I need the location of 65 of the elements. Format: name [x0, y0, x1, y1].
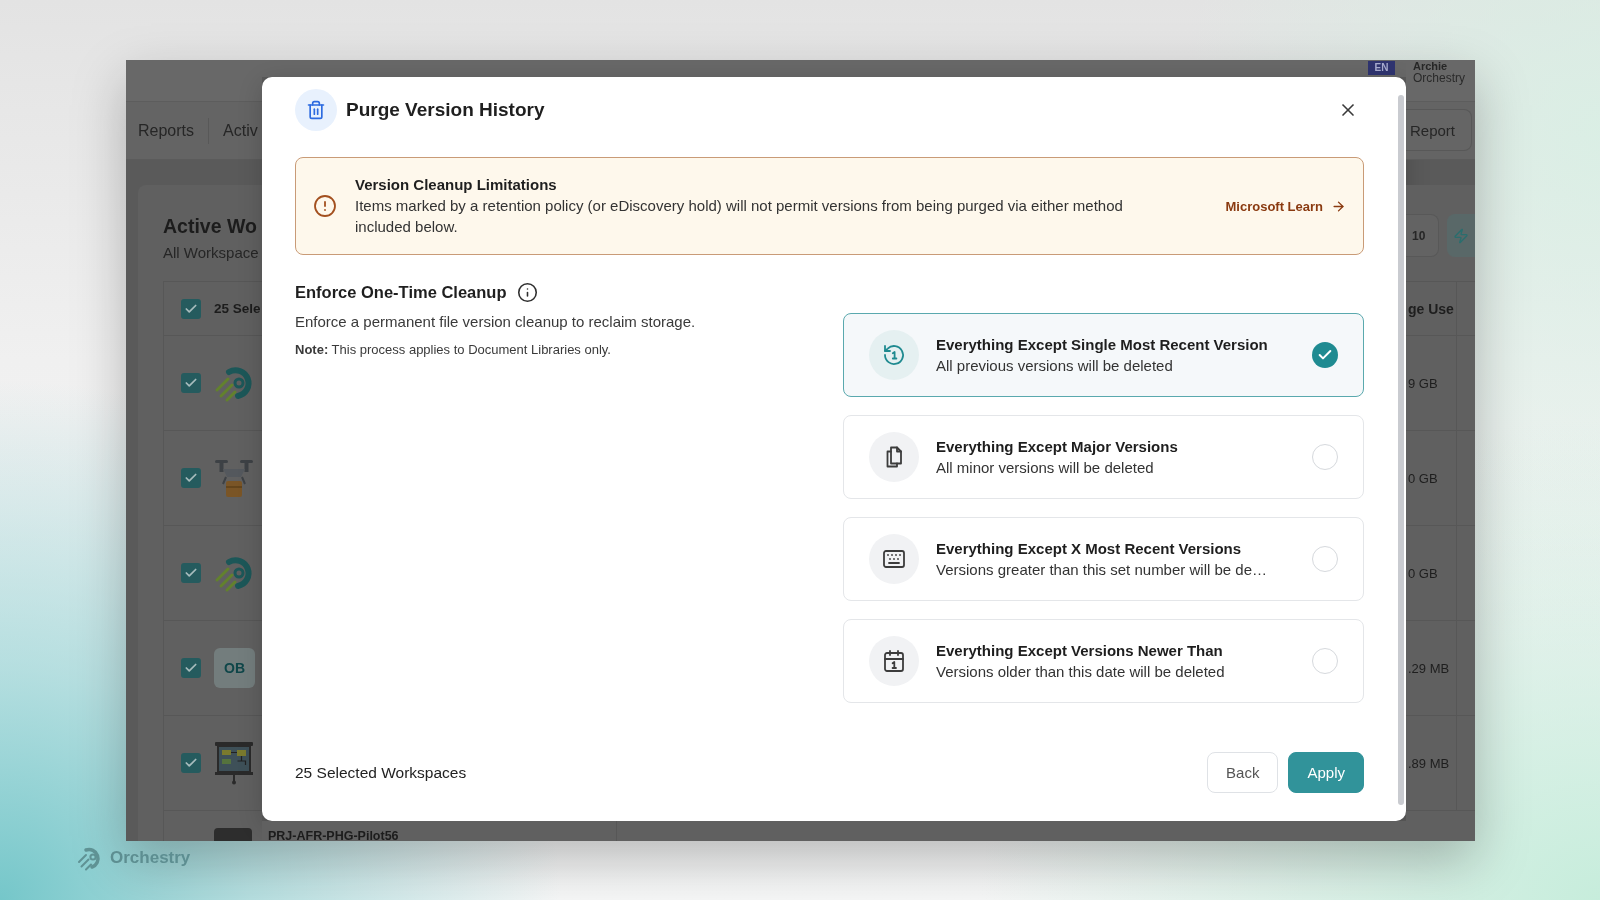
lightning-icon [1453, 227, 1469, 244]
option-subtitle: Versions older than this date will be deleted [936, 661, 1225, 682]
option-subtitle: All previous versions will be deleted [936, 355, 1173, 376]
apply-button[interactable]: Apply [1288, 752, 1364, 793]
check-icon [184, 376, 198, 390]
storage-cell: .89 MB [1406, 716, 1457, 810]
initials-avatar: OB [214, 648, 255, 688]
presentation-board-icon [214, 741, 254, 785]
section-note: Note: This process applies to Document Libraries only. [295, 341, 611, 359]
option-subtitle: Versions greater than this set number will be de… [936, 559, 1267, 580]
user-name: Archie [1413, 60, 1448, 72]
option-subtitle: All minor versions will be deleted [936, 457, 1154, 478]
storage-cell: 0 GB [1406, 431, 1457, 525]
option-title: Everything Except Single Most Recent Version [936, 334, 1268, 355]
dialog-title: Purge Version History [346, 98, 545, 122]
brand-logo-icon [77, 845, 103, 871]
back-button[interactable]: Back [1207, 752, 1279, 793]
notice-text: Items marked by a retention policy (or eDiscovery hold) will not permit versions from being purged via either method included below. [355, 196, 1124, 237]
alert-icon [313, 194, 337, 218]
radio-button[interactable] [1312, 342, 1338, 368]
card-subtitle: All Workspace [163, 244, 259, 262]
option-card[interactable]: Everything Except Major Versions All minor versions will be deleted [843, 415, 1364, 499]
arrow-right-icon [1331, 198, 1346, 214]
checkbox[interactable] [181, 468, 201, 488]
keyboard-icon [869, 534, 919, 584]
section-description: Enforce a permanent file version cleanup to reclaim storage. [295, 312, 696, 332]
brand-name: Orchestry [110, 848, 191, 868]
workspace-icon [214, 828, 252, 841]
option-title: Everything Except Major Versions [936, 436, 1178, 457]
checkbox[interactable] [181, 373, 201, 393]
scrollbar-thumb[interactable] [1398, 95, 1404, 805]
storage-cell: .29 MB [1406, 621, 1457, 715]
option-title: Everything Except Versions Newer Than [936, 640, 1223, 661]
selection-label: 25 Sele [214, 301, 261, 316]
selection-count: 25 Selected Workspaces [295, 763, 467, 782]
option-card[interactable]: Everything Except Versions Newer Than Versions older than this date will be deleted [843, 619, 1364, 703]
checkbox[interactable] [181, 298, 201, 319]
storage-cell: 9 GB [1406, 336, 1457, 430]
radio-button[interactable] [1312, 444, 1338, 470]
check-icon [184, 566, 198, 580]
user-organization: Orchestry [1413, 72, 1465, 85]
radio-button[interactable] [1312, 546, 1338, 572]
checkbox[interactable] [181, 753, 201, 773]
info-icon[interactable] [516, 281, 538, 303]
option-title: Everything Except X Most Recent Versions [936, 538, 1242, 559]
learn-link[interactable]: Microsoft Learn [1225, 198, 1346, 214]
calendar-icon [869, 636, 919, 686]
check-icon [184, 661, 198, 675]
language-badge[interactable]: EN [1368, 61, 1395, 75]
option-card[interactable]: Everything Except X Most Recent Versions Versions greater than this set number will be de… [843, 517, 1364, 601]
check-icon [184, 756, 198, 770]
section-title: Enforce One-Time Cleanup [295, 282, 507, 303]
checkbox[interactable] [181, 563, 201, 583]
column-header: ge Use [1406, 282, 1457, 335]
option-card[interactable]: Everything Except Single Most Recent Version All previous versions will be deleted [843, 313, 1364, 397]
documents-icon [869, 432, 919, 482]
check-icon [184, 471, 198, 485]
drone-icon [214, 458, 254, 498]
notice-title: Version Cleanup Limitations [355, 175, 557, 195]
workspace-name: PRJ-AFR-PHG-Pilot56 [268, 829, 399, 841]
storage-cell: 0 GB [1406, 526, 1457, 620]
card-title: Active Wo [163, 214, 257, 239]
radio-button[interactable] [1312, 648, 1338, 674]
checkbox[interactable] [181, 658, 201, 678]
trash-icon [295, 89, 337, 131]
